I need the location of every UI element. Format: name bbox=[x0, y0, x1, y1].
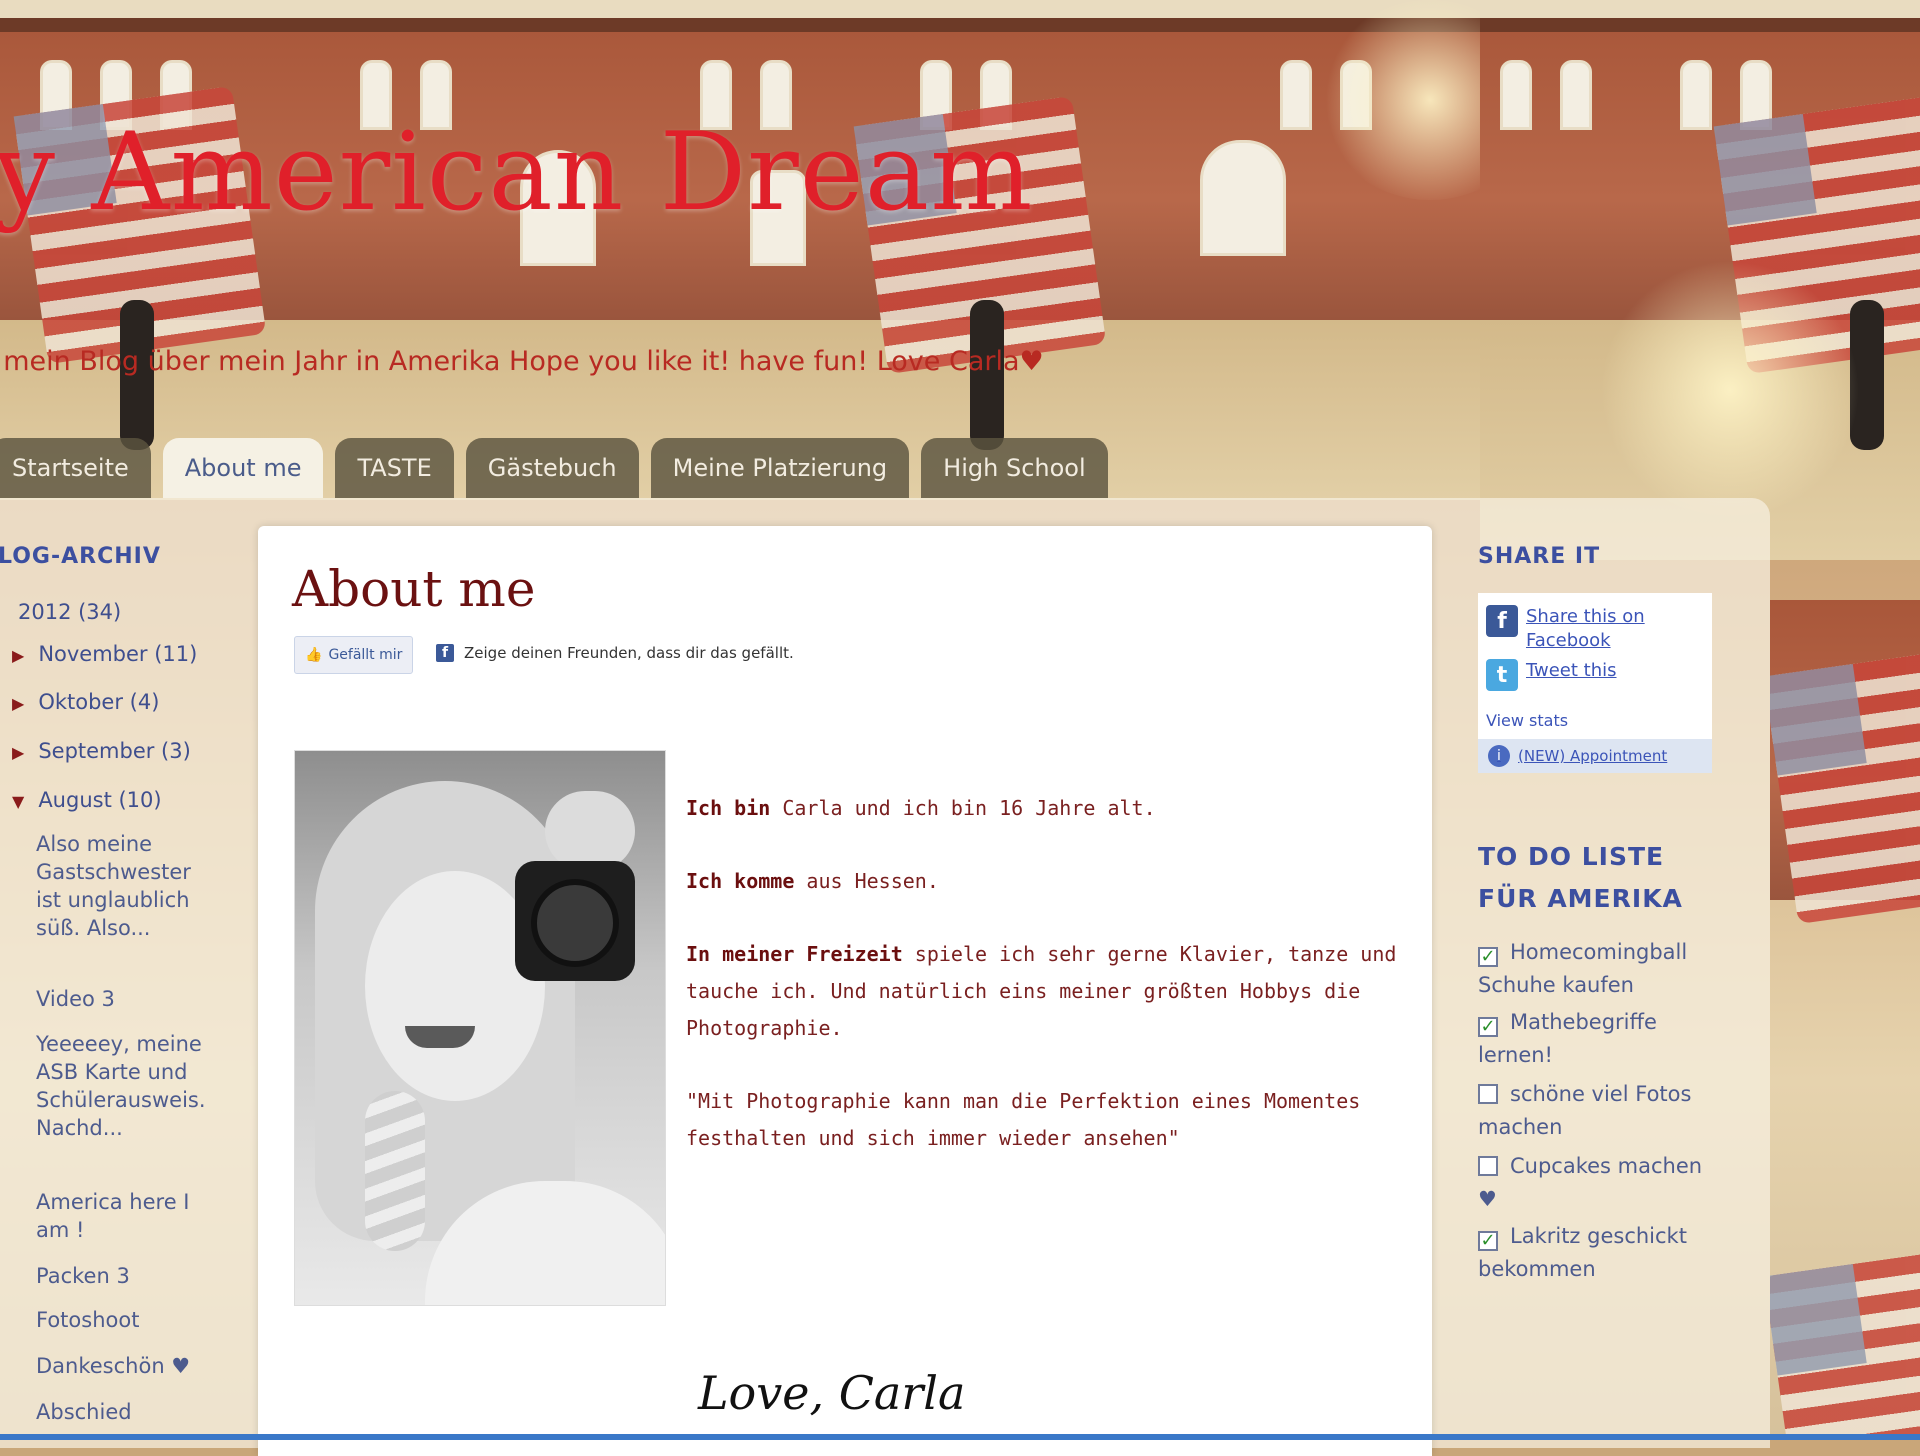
archive-post-link[interactable]: Packen 3 bbox=[36, 1262, 236, 1290]
archive-month-label: August (10) bbox=[38, 788, 162, 812]
todo-label: Mathebegriffe lernen! bbox=[1478, 1010, 1657, 1067]
appointment-label: (NEW) Appointment bbox=[1518, 747, 1668, 765]
blog-title[interactable]: y American Dream bbox=[0, 110, 1034, 235]
tab-high-school[interactable]: High School bbox=[921, 438, 1108, 498]
info-icon: i bbox=[1488, 745, 1510, 767]
archive-post-link[interactable]: Dankeschön ♥ bbox=[36, 1352, 236, 1380]
archive-year-2012[interactable]: 2012 (34) bbox=[18, 600, 121, 624]
archive-post-link[interactable]: Video 3 bbox=[36, 985, 236, 1013]
todo-label: Cupcakes machen ♥ bbox=[1478, 1154, 1703, 1211]
share-twitter-link[interactable]: Tweet this bbox=[1526, 659, 1617, 683]
archive-post-link[interactable]: Fotoshoot bbox=[36, 1306, 236, 1334]
post-title: About me bbox=[292, 560, 536, 618]
checkbox-icon[interactable]: ✓ bbox=[1478, 1231, 1498, 1251]
blog-description: st mein Blog über mein Jahr in Amerika H… bbox=[0, 346, 1044, 377]
archive-month-september[interactable]: ▶ September (3) bbox=[12, 739, 191, 763]
todo-label: Homecomingball Schuhe kaufen bbox=[1478, 940, 1688, 997]
archive-month-label: Oktober (4) bbox=[38, 690, 160, 714]
thumbs-up-icon: 👍 bbox=[305, 647, 323, 663]
like-prompt-label: Zeige deinen Freunden, dass dir das gefä… bbox=[464, 644, 794, 662]
todo-item: schöne viel Fotos machen bbox=[1478, 1078, 1723, 1144]
share-title: SHARE IT bbox=[1478, 544, 1601, 569]
share-twitter-row: t Tweet this bbox=[1486, 659, 1617, 691]
post-body: Ich bin Carla und ich bin 16 Jahre alt. … bbox=[686, 790, 1406, 1193]
archive-year-label: 2012 (34) bbox=[18, 600, 122, 624]
profile-photo bbox=[294, 750, 666, 1306]
todo-item: ✓ Mathebegriffe lernen! bbox=[1478, 1006, 1723, 1072]
archive-month-oktober[interactable]: ▶ Oktober (4) bbox=[12, 690, 159, 714]
taskbar-strip bbox=[0, 1434, 1920, 1440]
archive-month-november[interactable]: ▶ November (11) bbox=[12, 642, 197, 666]
post-card: About me 👍 Gefällt mir f Zeige deinen Fr… bbox=[258, 526, 1432, 1456]
signature: Love, Carla bbox=[698, 1366, 966, 1420]
tab-about-me[interactable]: About me bbox=[162, 438, 324, 498]
view-stats-link[interactable]: View stats bbox=[1486, 711, 1568, 730]
facebook-icon: f bbox=[1486, 605, 1518, 637]
todo-label: schöne viel Fotos machen bbox=[1478, 1082, 1692, 1139]
like-prompt: f Zeige deinen Freunden, dass dir das ge… bbox=[436, 644, 794, 662]
caret-down-icon: ▼ bbox=[12, 792, 25, 811]
post-quote: "Mit Photographie kann man die Perfektio… bbox=[686, 1089, 1361, 1150]
appointment-link[interactable]: i (NEW) Appointment bbox=[1478, 739, 1712, 773]
archive-post-link[interactable]: America here I am ! bbox=[36, 1188, 211, 1244]
bg-tile bbox=[0, 0, 620, 500]
archive-post-link[interactable]: Also meine Gastschwester ist unglaublich… bbox=[36, 830, 211, 942]
todo-item: Cupcakes machen ♥ bbox=[1478, 1150, 1723, 1216]
twitter-icon: t bbox=[1486, 659, 1518, 691]
tab-startseite[interactable]: Startseite bbox=[0, 438, 151, 498]
todo-item: ✓ Lakritz geschickt bekommen bbox=[1478, 1220, 1723, 1286]
tab-meine-platzierung[interactable]: Meine Platzierung bbox=[650, 438, 910, 498]
checkbox-icon[interactable]: ✓ bbox=[1478, 947, 1498, 967]
archive-month-label: September (3) bbox=[38, 739, 191, 763]
archive-month-august[interactable]: ▼ August (10) bbox=[12, 788, 162, 812]
bg-tile bbox=[620, 0, 1480, 500]
checkbox-icon[interactable] bbox=[1478, 1084, 1498, 1104]
todo-item: ✓ Homecomingball Schuhe kaufen bbox=[1478, 936, 1723, 1002]
archive-month-label: November (11) bbox=[38, 642, 198, 666]
bg-tile bbox=[1770, 560, 1920, 1440]
share-facebook-link[interactable]: Share this on Facebook bbox=[1526, 605, 1676, 653]
page-tabs: Startseite About me TASTE Gästebuch Mein… bbox=[0, 438, 1108, 498]
facebook-like-button[interactable]: 👍 Gefällt mir bbox=[294, 636, 414, 674]
archive-post-link[interactable]: Abschied bbox=[36, 1398, 236, 1426]
archive-post-link[interactable]: Yeeeeey, meine ASB Karte und Schülerausw… bbox=[36, 1030, 211, 1142]
blog-archive-title: LOG-ARCHIV bbox=[0, 544, 161, 569]
share-widget: f Share this on Facebook t Tweet this Vi… bbox=[1478, 593, 1712, 773]
post-paragraph: Ich komme aus Hessen. bbox=[686, 869, 939, 893]
tab-taste[interactable]: TASTE bbox=[335, 438, 454, 498]
facebook-icon: f bbox=[436, 644, 454, 662]
like-button-label: Gefällt mir bbox=[328, 647, 403, 663]
caret-right-icon: ▶ bbox=[12, 646, 25, 665]
bg-tile bbox=[1480, 0, 1920, 560]
post-paragraph: Ich bin Carla und ich bin 16 Jahre alt. bbox=[686, 796, 1156, 820]
todo-title: TO DO LISTE FÜR AMERIKA bbox=[1478, 842, 1683, 913]
post-paragraph: In meiner Freizeit spiele ich sehr gerne… bbox=[686, 942, 1397, 1040]
checkbox-icon[interactable] bbox=[1478, 1156, 1498, 1176]
share-facebook-row: f Share this on Facebook bbox=[1486, 605, 1676, 653]
tab-gaestebuch[interactable]: Gästebuch bbox=[465, 438, 639, 498]
caret-right-icon: ▶ bbox=[12, 743, 25, 762]
checkbox-icon[interactable]: ✓ bbox=[1478, 1017, 1498, 1037]
todo-label: Lakritz geschickt bekommen bbox=[1478, 1224, 1687, 1281]
caret-right-icon: ▶ bbox=[12, 694, 25, 713]
